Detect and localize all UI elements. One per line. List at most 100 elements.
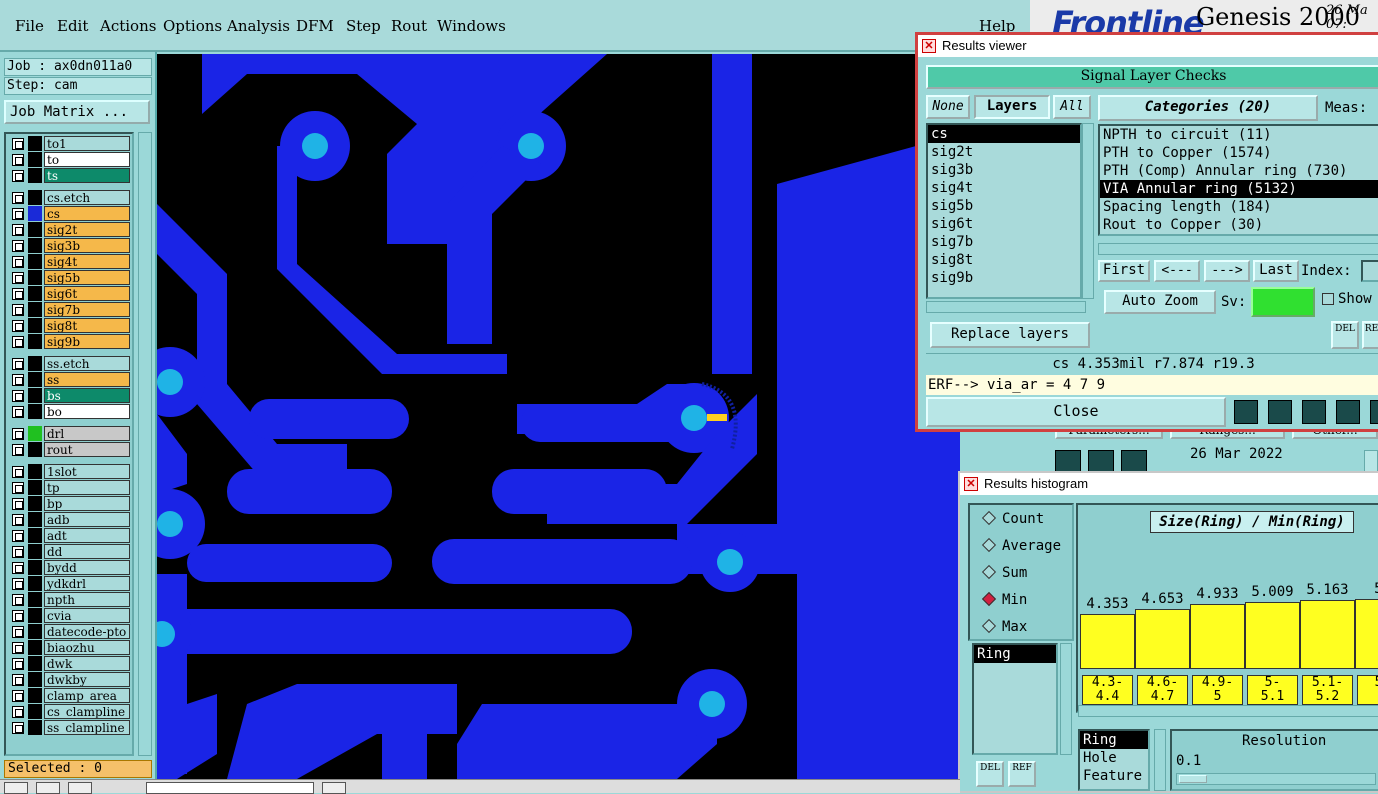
stop-icon[interactable] <box>1121 450 1147 472</box>
layer-row[interactable]: ts <box>8 168 132 183</box>
layer-name[interactable]: bydd <box>44 560 130 575</box>
layer-list-scrollbar[interactable] <box>138 132 152 756</box>
layer-color-swatch[interactable] <box>28 388 42 403</box>
layer-name[interactable]: sig5b <box>44 270 130 285</box>
results-histogram-titlebar[interactable]: ✕ Results histogram <box>960 473 1378 495</box>
layer-color-swatch[interactable] <box>28 560 42 575</box>
layer-color-swatch[interactable] <box>28 286 42 301</box>
next-button[interactable]: ---> <box>1204 260 1250 282</box>
replace-layers-select[interactable]: Replace layers <box>930 322 1090 348</box>
layer-checkbox[interactable] <box>12 320 24 332</box>
category-item[interactable]: Rout to Copper (30) <box>1100 216 1378 234</box>
layer-result-item[interactable]: sig3b <box>928 161 1080 179</box>
layer-color-swatch[interactable] <box>28 270 42 285</box>
layer-checkbox[interactable] <box>12 706 24 718</box>
layer-name[interactable]: ss.etch <box>44 356 130 371</box>
layer-name[interactable]: bp <box>44 496 130 511</box>
histogram-bar[interactable] <box>1355 599 1378 669</box>
layer-color-swatch[interactable] <box>28 640 42 655</box>
attribute-item[interactable]: Hole <box>1080 749 1148 767</box>
mode-max[interactable]: Max <box>981 618 1027 635</box>
first-button[interactable]: First <box>1098 260 1150 282</box>
category-item[interactable]: NPTH to circuit (11) <box>1100 126 1378 144</box>
layer-row[interactable]: dwk <box>8 656 132 671</box>
category-hscroll[interactable] <box>1098 243 1378 255</box>
category-list[interactable]: NPTH to circuit (11) PTH to Copper (1574)… <box>1098 124 1378 236</box>
layer-result-item[interactable]: sig6t <box>928 215 1080 233</box>
layer-row[interactable]: ydkdrl <box>8 576 132 591</box>
layer-checkbox[interactable] <box>12 272 24 284</box>
histogram-bar[interactable] <box>1245 602 1300 669</box>
layer-name[interactable]: dd <box>44 544 130 559</box>
zoom-icon[interactable] <box>1364 450 1378 472</box>
layer-checkbox[interactable] <box>12 224 24 236</box>
last-button[interactable]: Last <box>1253 260 1299 282</box>
menu-step[interactable]: Step <box>346 17 381 35</box>
layer-name[interactable]: bo <box>44 404 130 419</box>
layer-color-swatch[interactable] <box>28 688 42 703</box>
layer-color-swatch[interactable] <box>28 372 42 387</box>
layer-row[interactable]: cs <box>8 206 132 221</box>
layer-color-swatch[interactable] <box>28 426 42 441</box>
layer-name[interactable]: drl <box>44 426 130 441</box>
menu-windows[interactable]: Windows <box>437 17 506 35</box>
layer-name[interactable]: bs <box>44 388 130 403</box>
layer-result-item[interactable]: sig2t <box>928 143 1080 161</box>
del-button[interactable]: DEL <box>1331 321 1359 349</box>
layer-color-swatch[interactable] <box>28 704 42 719</box>
layer-color-swatch[interactable] <box>28 624 42 639</box>
mode-average[interactable]: Average <box>981 537 1061 554</box>
layer-row[interactable]: npth <box>8 592 132 607</box>
layer-checkbox[interactable] <box>12 626 24 638</box>
menu-options[interactable]: Options <box>163 17 222 35</box>
menu-actions[interactable]: Actions <box>100 17 156 35</box>
layer-name[interactable]: ss_clampline <box>44 720 130 735</box>
layer-name[interactable]: 1slot <box>44 464 130 479</box>
layer-color-swatch[interactable] <box>28 302 42 317</box>
layer-row[interactable]: bo <box>8 404 132 419</box>
layer-checkbox[interactable] <box>12 610 24 622</box>
layer-row[interactable]: adb <box>8 512 132 527</box>
layer-checkbox[interactable] <box>12 336 24 348</box>
layer-name[interactable]: cs.etch <box>44 190 130 205</box>
layer-row[interactable]: dd <box>8 544 132 559</box>
layer-row[interactable]: ss.etch <box>8 356 132 371</box>
hist-ref-button[interactable]: REF <box>1008 761 1036 787</box>
layer-name[interactable]: cvia <box>44 608 130 623</box>
layer-color-swatch[interactable] <box>28 238 42 253</box>
layer-checkbox[interactable] <box>12 594 24 606</box>
layer-name[interactable]: ydkdrl <box>44 576 130 591</box>
resolution-slider[interactable] <box>1176 773 1376 785</box>
layer-row[interactable]: bp <box>8 496 132 511</box>
layer-checkbox[interactable] <box>12 428 24 440</box>
attr-list-b-vscroll[interactable] <box>1154 729 1166 791</box>
layer-color-swatch[interactable] <box>28 152 42 167</box>
compare-icon[interactable] <box>1336 400 1360 424</box>
layer-checkbox[interactable] <box>12 514 24 526</box>
show-checkbox[interactable] <box>1322 293 1334 305</box>
histogram-bar[interactable] <box>1300 600 1355 669</box>
layer-name[interactable]: adt <box>44 528 130 543</box>
layer-row[interactable]: clamp_area <box>8 688 132 703</box>
layer-row[interactable]: dwkby <box>8 672 132 687</box>
layer-name[interactable]: ts <box>44 168 130 183</box>
menu-rout[interactable]: Rout <box>391 17 427 35</box>
layer-checkbox[interactable] <box>12 466 24 478</box>
layer-color-swatch[interactable] <box>28 544 42 559</box>
layer-name[interactable]: clamp_area <box>44 688 130 703</box>
layer-list-vscroll[interactable] <box>1082 123 1094 299</box>
layer-color-swatch[interactable] <box>28 318 42 333</box>
category-item[interactable]: PTH to Copper (1574) <box>1100 144 1378 162</box>
layer-name[interactable]: sig4t <box>44 254 130 269</box>
layer-checkbox[interactable] <box>12 208 24 220</box>
layer-color-swatch[interactable] <box>28 672 42 687</box>
layers-button[interactable]: Layers <box>974 95 1050 119</box>
layer-row[interactable]: cvia <box>8 608 132 623</box>
layer-row[interactable]: to1 <box>8 136 132 151</box>
mode-sum[interactable]: Sum <box>981 564 1027 581</box>
layer-checkbox[interactable] <box>12 256 24 268</box>
layer-row[interactable]: sig6t <box>8 286 132 301</box>
index-field[interactable] <box>1361 260 1378 282</box>
layer-color-swatch[interactable] <box>28 404 42 419</box>
layer-name[interactable]: ss <box>44 372 130 387</box>
